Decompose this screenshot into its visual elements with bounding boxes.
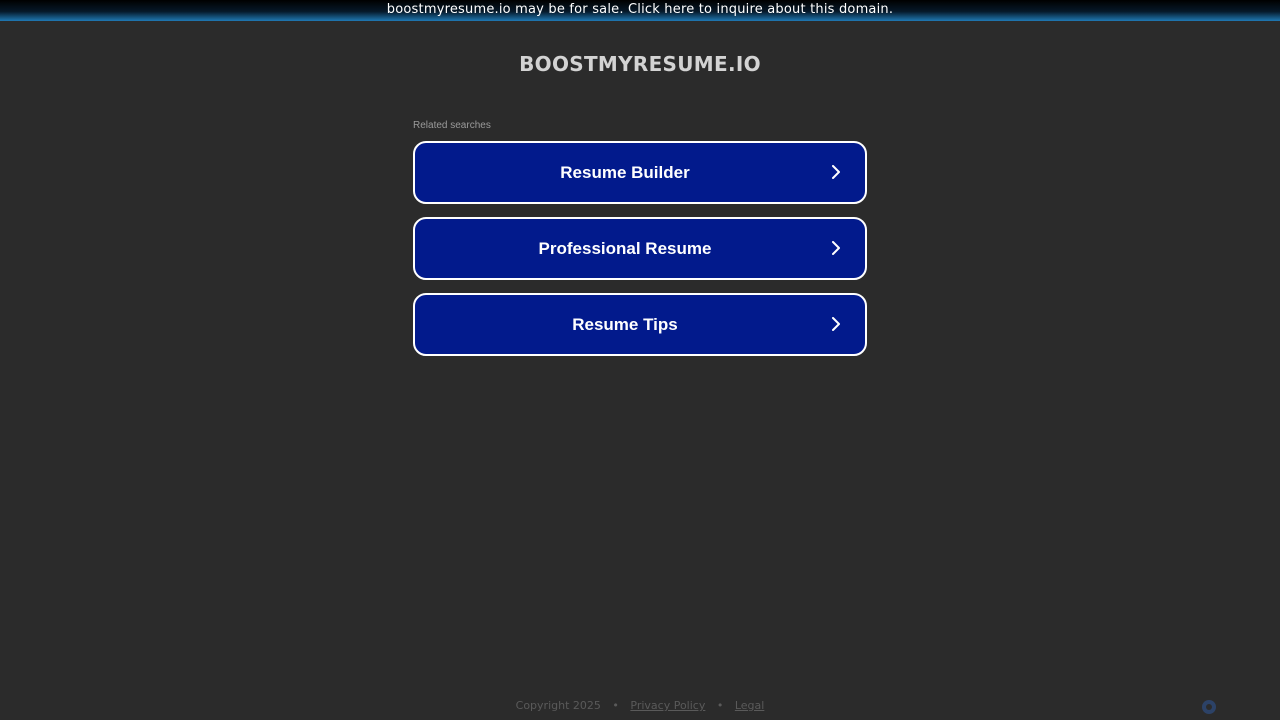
related-search-label: Resume Builder [560,163,690,182]
brand-logo-icon [1202,700,1216,714]
for-sale-banner-text: boostmyresume.io may be for sale. Click … [386,2,894,17]
site-title: BOOSTMYRESUME.IO [519,52,761,76]
related-searches-list: Resume Builder Professional Resume Resum… [413,141,867,369]
legal-link[interactable]: Legal [735,699,764,712]
brand-logo[interactable] [1201,699,1279,715]
chevron-right-icon [832,165,840,179]
footer: Copyright 2025 • Privacy Policy • Legal [0,698,1280,714]
parked-domain-page: boostmyresume.io may be for sale. Click … [0,0,1280,720]
chevron-right-icon [832,241,840,255]
related-search-resume-tips[interactable]: Resume Tips [413,293,867,356]
copyright-text: Copyright 2025 [515,699,601,712]
chevron-right-icon [832,317,840,331]
footer-separator: • [612,699,619,712]
related-search-professional-resume[interactable]: Professional Resume [413,217,867,280]
for-sale-banner[interactable]: boostmyresume.io may be for sale. Click … [0,0,1280,21]
related-searches-label: Related searches [413,120,491,131]
related-search-resume-builder[interactable]: Resume Builder [413,141,867,204]
related-search-label: Professional Resume [538,239,712,258]
privacy-policy-link[interactable]: Privacy Policy [630,699,705,712]
footer-separator: • [716,699,724,712]
related-search-label: Resume Tips [572,315,678,334]
